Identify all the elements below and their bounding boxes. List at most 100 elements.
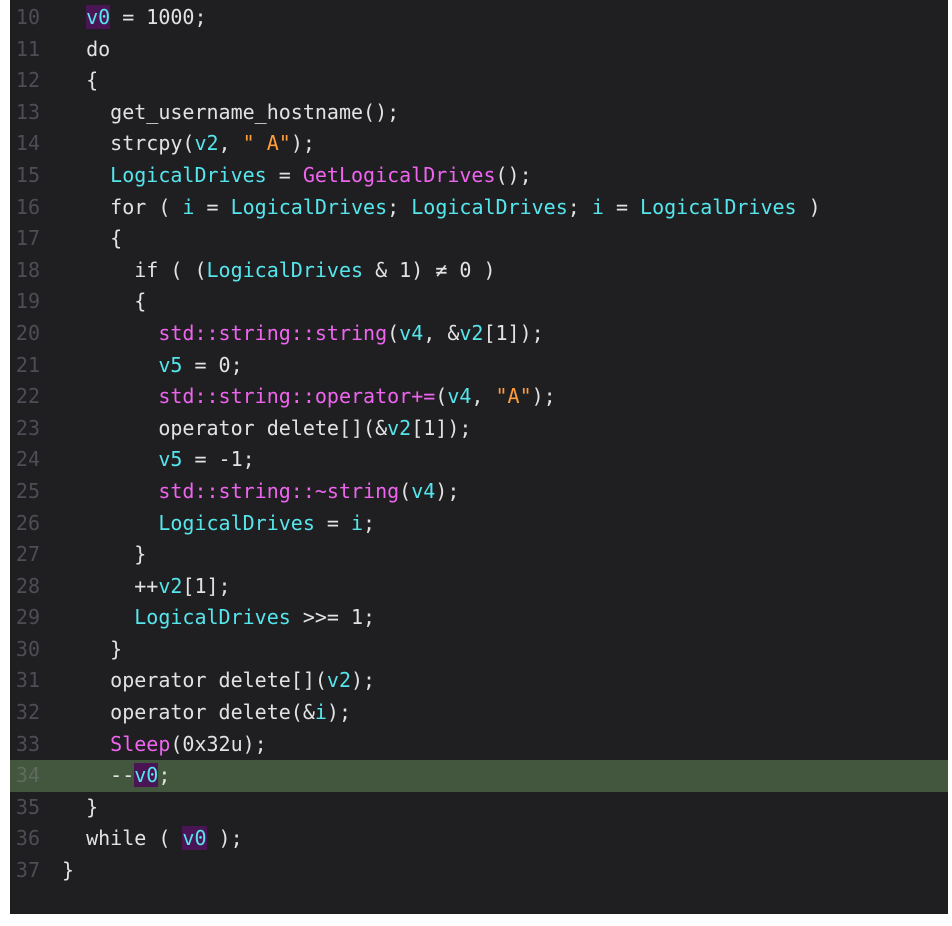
code-text[interactable]: {: [62, 65, 98, 97]
variable-name[interactable]: LogicalDrives: [411, 195, 568, 219]
code-line[interactable]: 17 {: [10, 223, 948, 255]
variable-name[interactable]: v4: [447, 384, 471, 408]
code-text[interactable]: --v0;: [62, 760, 170, 792]
code-text[interactable]: {: [62, 223, 122, 255]
variable-name[interactable]: LogicalDrives: [110, 163, 267, 187]
code-line[interactable]: 31 operator delete[](v2);: [10, 665, 948, 697]
variable-name[interactable]: i: [351, 511, 363, 535]
code-line[interactable]: 11 do: [10, 34, 948, 66]
code-text[interactable]: {: [62, 286, 146, 318]
code-text[interactable]: if ( (LogicalDrives & 1) ≠ 0 ): [62, 255, 495, 287]
variable-name[interactable]: LogicalDrives: [231, 195, 388, 219]
variable-name[interactable]: LogicalDrives: [134, 605, 291, 629]
code-text[interactable]: get_username_hostname();: [62, 97, 399, 129]
variable-name[interactable]: i: [592, 195, 604, 219]
code-text[interactable]: operator delete[](&v2[1]);: [62, 413, 471, 445]
code-text[interactable]: }: [62, 539, 146, 571]
code-text[interactable]: for ( i = LogicalDrives; LogicalDrives; …: [62, 192, 821, 224]
code-line[interactable]: 28 ++v2[1];: [10, 571, 948, 603]
variable-name[interactable]: v0: [86, 5, 111, 29]
code-text[interactable]: LogicalDrives = i;: [62, 508, 375, 540]
code-text[interactable]: }: [62, 855, 74, 887]
function-name[interactable]: std::string::string: [158, 321, 387, 345]
variable-name[interactable]: v5: [158, 353, 182, 377]
code-line[interactable]: 37}: [10, 855, 948, 887]
code-line[interactable]: 21 v5 = 0;: [10, 350, 948, 382]
code-line[interactable]: 23 operator delete[](&v2[1]);: [10, 413, 948, 445]
code-text[interactable]: operator delete(&i);: [62, 697, 351, 729]
code-line[interactable]: 35 }: [10, 792, 948, 824]
code-line[interactable]: 32 operator delete(&i);: [10, 697, 948, 729]
function-name[interactable]: std::string::~string: [158, 479, 399, 503]
code-line[interactable]: 26 LogicalDrives = i;: [10, 508, 948, 540]
variable-name[interactable]: LogicalDrives: [640, 195, 797, 219]
function-name[interactable]: Sleep: [110, 732, 170, 756]
code-line[interactable]: 20 std::string::string(v4, &v2[1]);: [10, 318, 948, 350]
code-line[interactable]: 27 }: [10, 539, 948, 571]
code-line[interactable]: 10 v0 = 1000;: [10, 2, 948, 34]
variable-name[interactable]: v2: [194, 131, 218, 155]
code-token: strcpy(: [62, 131, 195, 156]
code-token: );: [206, 826, 243, 851]
code-text[interactable]: operator delete[](v2);: [62, 665, 375, 697]
code-text[interactable]: v5 = 0;: [62, 350, 242, 382]
code-token: );: [435, 478, 460, 503]
code-text[interactable]: }: [62, 792, 98, 824]
code-text[interactable]: LogicalDrives >>= 1;: [62, 602, 375, 634]
variable-name[interactable]: LogicalDrives: [158, 511, 315, 535]
code-line[interactable]: 30 }: [10, 634, 948, 666]
line-number: 28: [15, 573, 40, 598]
code-text[interactable]: Sleep(0x32u);: [62, 729, 267, 761]
code-token: ;: [158, 763, 171, 788]
code-token: {: [62, 68, 99, 93]
code-text[interactable]: LogicalDrives = GetLogicalDrives();: [62, 160, 531, 192]
variable-name[interactable]: i: [182, 195, 194, 219]
variable-name[interactable]: v4: [411, 479, 435, 503]
code-line[interactable]: 22 std::string::operator+=(v4, "A");: [10, 381, 948, 413]
code-line[interactable]: 33 Sleep(0x32u);: [10, 729, 948, 761]
variable-name[interactable]: LogicalDrives: [207, 258, 364, 282]
variable-name[interactable]: v2: [158, 574, 182, 598]
code-line[interactable]: 25 std::string::~string(v4);: [10, 476, 948, 508]
code-text[interactable]: while ( v0 );: [62, 823, 243, 855]
code-line[interactable]: 14 strcpy(v2, " A");: [10, 128, 948, 160]
code-token: =: [266, 162, 303, 187]
code-text[interactable]: strcpy(v2, " A");: [62, 128, 315, 160]
line-number: 12: [15, 68, 40, 93]
function-name[interactable]: GetLogicalDrives: [303, 163, 496, 187]
code-text[interactable]: do: [62, 34, 110, 66]
code-line[interactable]: 29 LogicalDrives >>= 1;: [10, 602, 948, 634]
code-line[interactable]: 13 get_username_hostname();: [10, 97, 948, 129]
code-line[interactable]: 16 for ( i = LogicalDrives; LogicalDrive…: [10, 192, 948, 224]
code-line[interactable]: 24 v5 = -1;: [10, 444, 948, 476]
pseudocode-editor[interactable]: 10 v0 = 1000; 11 do 12 {13 get_username_ho…: [10, 0, 948, 914]
code-text[interactable]: std::string::~string(v4);: [62, 476, 459, 508]
code-text[interactable]: }: [62, 634, 122, 666]
variable-name[interactable]: v0: [134, 763, 159, 788]
variable-name[interactable]: v5: [158, 447, 182, 471]
line-number: 20: [15, 320, 40, 345]
code-line[interactable]: 12 {: [10, 65, 948, 97]
code-text[interactable]: std::string::string(v4, &v2[1]);: [62, 318, 543, 350]
code-token: ): [796, 194, 821, 219]
variable-name[interactable]: v2: [387, 416, 411, 440]
variable-name[interactable]: i: [315, 700, 327, 724]
code-token: {: [62, 226, 123, 251]
code-text[interactable]: std::string::operator+=(v4, "A");: [62, 381, 555, 413]
code-line[interactable]: 36 while ( v0 );: [10, 823, 948, 855]
variable-name[interactable]: v2: [459, 321, 483, 345]
line-number: 27: [15, 542, 40, 567]
function-name[interactable]: std::string::operator+=: [158, 384, 435, 408]
variable-name[interactable]: v0: [182, 826, 207, 851]
code-text[interactable]: ++v2[1];: [62, 571, 230, 603]
code-line[interactable]: 15 LogicalDrives = GetLogicalDrives();: [10, 160, 948, 192]
code-line-highlighted[interactable]: 34 --v0;: [10, 760, 948, 792]
variable-name[interactable]: v2: [327, 668, 351, 692]
variable-name[interactable]: v4: [399, 321, 423, 345]
code-text[interactable]: v0 = 1000;: [62, 2, 207, 34]
code-text[interactable]: v5 = -1;: [62, 444, 254, 476]
code-line[interactable]: 18 if ( (LogicalDrives & 1) ≠ 0 ): [10, 255, 948, 287]
code-line[interactable]: 19 {: [10, 286, 948, 318]
line-number: 35: [15, 794, 40, 819]
